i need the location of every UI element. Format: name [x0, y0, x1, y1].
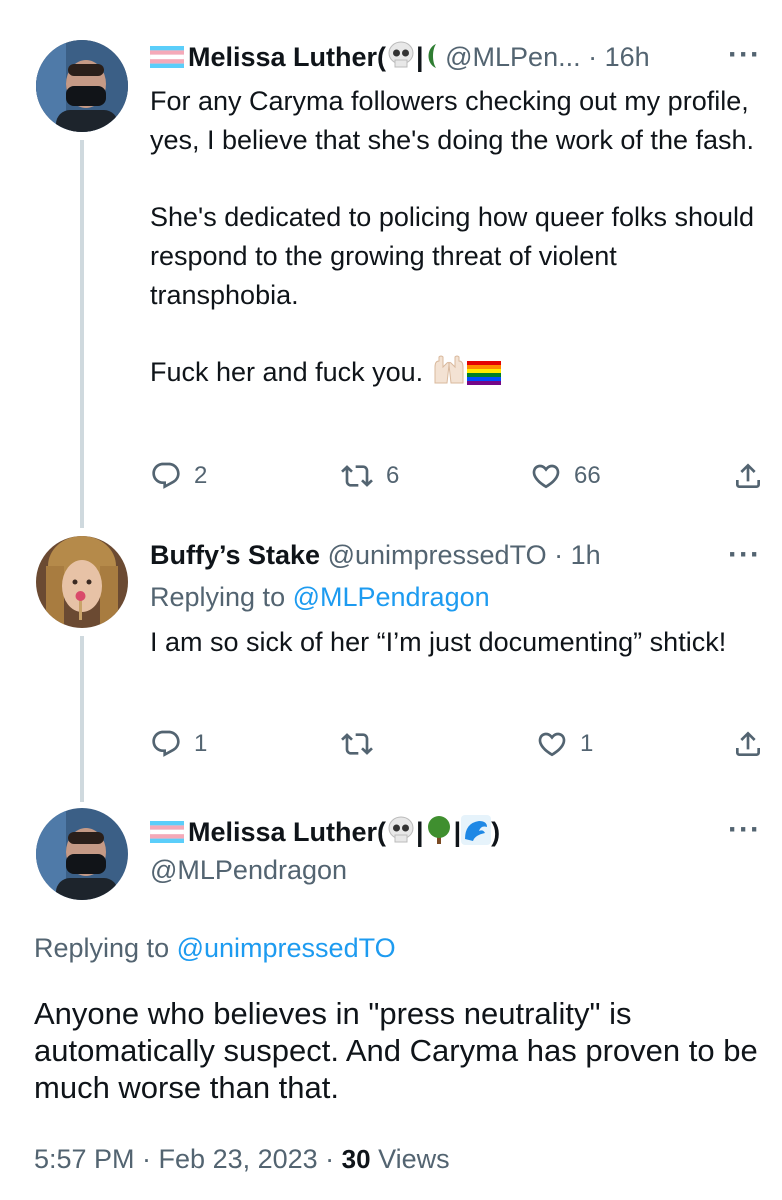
replying-to-label: Replying to: [150, 582, 293, 612]
retweet-button[interactable]: 6: [340, 460, 399, 492]
share-button[interactable]: [732, 460, 764, 492]
trans-flag-icon: [149, 819, 185, 843]
thread-line-1: [80, 140, 84, 528]
trans-flag-icon: [149, 44, 185, 68]
tweet-time[interactable]: · 1h: [554, 540, 601, 570]
reply-icon: [152, 462, 180, 489]
views-label: Views: [370, 1144, 450, 1174]
tweet-text: Anyone who believes in "press neutrality…: [34, 996, 758, 1105]
replying-to-link[interactable]: @unimpressedTO: [177, 933, 396, 963]
like-count: 1: [580, 730, 594, 757]
reply-button[interactable]: 2: [150, 460, 207, 492]
tree-icon: [424, 815, 454, 852]
wave-icon: [461, 815, 492, 852]
name-separator: |: [416, 817, 424, 847]
raising-hands-icon: [431, 353, 467, 396]
replying-to-label: Replying to: [34, 933, 177, 963]
avatar-image: [36, 808, 128, 900]
skull-icon: [386, 815, 416, 852]
avatar[interactable]: [36, 808, 128, 900]
more-icon[interactable]: ···: [728, 813, 761, 847]
more-icon[interactable]: ···: [728, 538, 761, 572]
display-name[interactable]: Buffy’s Stake: [150, 540, 320, 570]
retweet-count: 6: [386, 462, 400, 489]
heart-icon: [538, 732, 566, 757]
leaf-icon: [424, 42, 438, 77]
avatar[interactable]: [36, 536, 128, 628]
user-handle[interactable]: @unimpressedTO: [328, 540, 547, 570]
display-name[interactable]: Melissa Luther(: [188, 42, 386, 72]
rainbow-flag-icon: [466, 357, 501, 396]
tweet-paragraph: For any Caryma followers checking out my…: [150, 86, 755, 155]
name-separator: |: [453, 817, 462, 847]
name-separator: |: [416, 42, 424, 72]
reply-icon: [152, 730, 180, 757]
reply-count: 2: [194, 462, 208, 489]
user-handle[interactable]: @MLPen...: [445, 42, 580, 72]
like-button[interactable]: 66: [530, 460, 601, 492]
thread-line-2: [80, 636, 84, 802]
name-close: ): [491, 817, 501, 847]
tweet-paragraph: Fuck her and fuck you.: [150, 357, 424, 387]
retweet-icon: [341, 465, 373, 487]
display-name[interactable]: Melissa Luther(: [188, 817, 386, 847]
share-icon: [736, 463, 760, 488]
like-button[interactable]: 1: [536, 728, 593, 760]
view-count: 30: [341, 1144, 371, 1174]
tweet-paragraph: She's dedicated to policing how queer fo…: [150, 202, 755, 310]
reply-count: 1: [194, 730, 208, 757]
avatar-image: [36, 40, 128, 132]
user-handle[interactable]: @MLPendragon: [150, 855, 347, 886]
heart-icon: [532, 464, 560, 489]
retweet-button[interactable]: [340, 728, 386, 760]
share-button[interactable]: [732, 728, 764, 760]
share-icon: [736, 731, 760, 756]
like-count: 66: [574, 462, 601, 489]
replying-to-link[interactable]: @MLPendragon: [293, 582, 490, 612]
avatar-image: [36, 536, 128, 628]
more-icon[interactable]: ···: [728, 38, 761, 72]
skull-icon: [386, 40, 416, 77]
tweet-text: I am so sick of her “I’m just documentin…: [150, 627, 727, 657]
tweet-timestamp[interactable]: 5:57 PM · Feb 23, 2023 ·: [34, 1144, 342, 1174]
reply-button[interactable]: 1: [150, 728, 207, 760]
retweet-icon: [341, 733, 373, 755]
tweet-time[interactable]: · 16h: [588, 42, 650, 72]
avatar[interactable]: [36, 40, 128, 132]
